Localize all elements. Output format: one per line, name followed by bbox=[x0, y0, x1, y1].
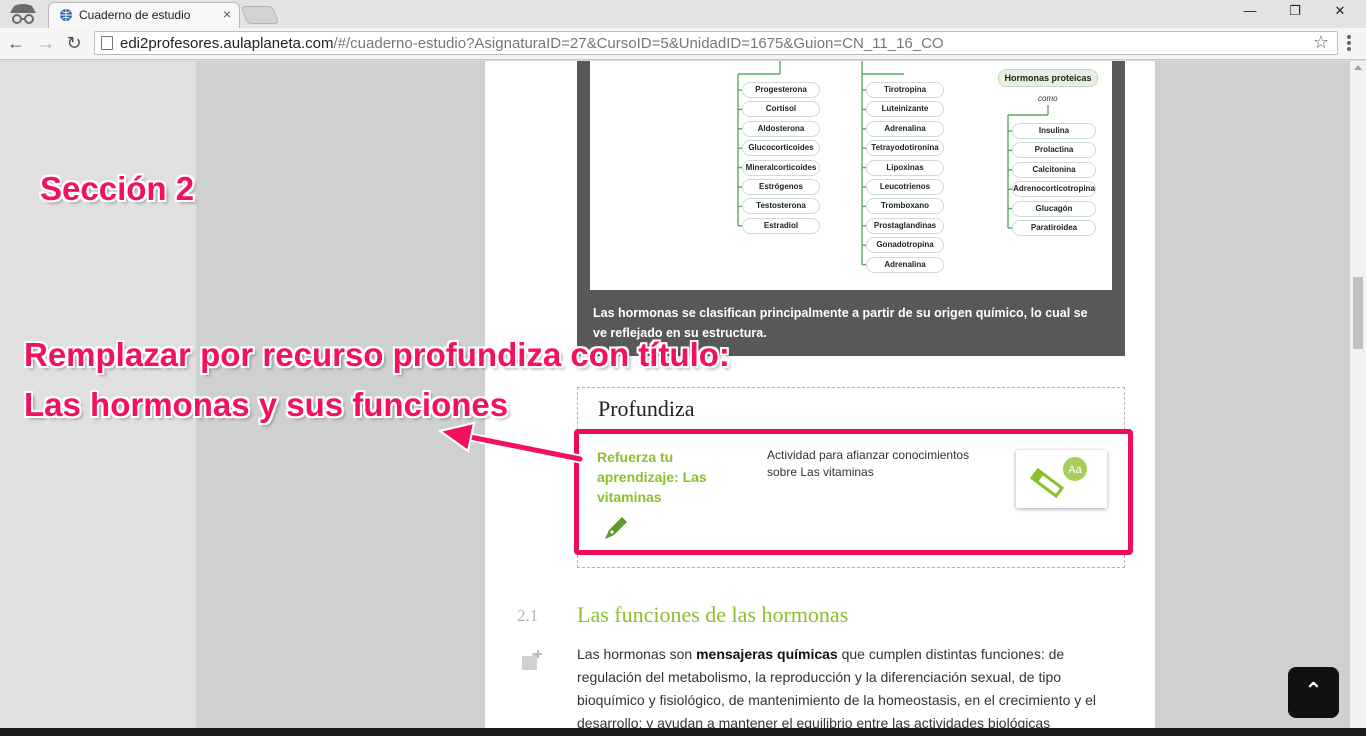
section-paragraph: Las hormonas son mensajeras químicas que… bbox=[577, 643, 1107, 728]
url-host: edi2profesores.aulaplaneta.com bbox=[120, 35, 334, 52]
annotation-arrow bbox=[437, 421, 585, 464]
profundiza-box: Profundiza Refuerza tu aprendizaje: Las … bbox=[574, 387, 1133, 568]
tab-title: Cuaderno de estudio bbox=[79, 8, 191, 22]
content-column: Progesterona Cortisol Aldosterona Glucocort… bbox=[485, 61, 1155, 728]
hormone-pill: Tetrayodotironina bbox=[866, 140, 944, 157]
section-title: Las funciones de las hormonas bbox=[577, 602, 849, 627]
hormone-pill: Aldosterona bbox=[742, 120, 820, 137]
hormone-pill: Luteinizante bbox=[866, 101, 944, 118]
hormone-pill: Calcitonina bbox=[1012, 161, 1096, 178]
reload-button[interactable]: ↻ bbox=[62, 32, 86, 56]
scroll-up-arrow[interactable] bbox=[1354, 65, 1362, 70]
url-path: /#/cuaderno-estudio?AsignaturaID=27&Curs… bbox=[333, 35, 944, 52]
hormone-pill: Estradiol bbox=[742, 217, 820, 234]
page-viewport: Progesterona Cortisol Aldosterona Glucocort… bbox=[0, 61, 1350, 728]
hormones-diagram: Progesterona Cortisol Aldosterona Glucocort… bbox=[590, 61, 1112, 290]
hormone-pill: Glucagón bbox=[1012, 200, 1096, 217]
annotation-section: Sección 2 bbox=[40, 170, 195, 207]
hormone-pill: Testosterona bbox=[742, 198, 820, 215]
address-bar[interactable]: edi2profesores.aulaplaneta.com/#/cuadern… bbox=[94, 31, 1338, 55]
hormone-pill: Tirotropina bbox=[866, 82, 944, 98]
resource-card[interactable]: Refuerza tu aprendizaje: Las vitaminas A… bbox=[574, 429, 1133, 555]
forward-button[interactable]: → bbox=[34, 32, 58, 56]
globe-icon bbox=[60, 9, 72, 21]
back-button[interactable]: ← bbox=[4, 32, 28, 56]
browser-toolbar: ← → ↻ edi2profesores.aulaplaneta.com/#/c… bbox=[0, 28, 1366, 60]
hormone-pill: Adrenalina bbox=[866, 256, 944, 273]
hormone-pill: Gonadotropina bbox=[866, 237, 944, 254]
restore-button[interactable]: ❐ bbox=[1277, 3, 1313, 23]
os-taskbar bbox=[0, 728, 1366, 736]
hormone-pill: Estrógenos bbox=[742, 179, 820, 195]
url-text[interactable]: edi2profesores.aulaplaneta.com/#/cuadern… bbox=[120, 35, 944, 52]
scrollbar-thumb[interactable] bbox=[1353, 277, 1363, 349]
tab-strip: Cuaderno de estudio × — ❐ ✕ bbox=[0, 0, 1366, 28]
vertical-scrollbar[interactable] bbox=[1350, 61, 1366, 728]
scroll-to-top-button[interactable]: ⌃ bbox=[1288, 667, 1339, 718]
hormone-pill: Prolactina bbox=[1012, 142, 1096, 159]
hormone-pill: Prostaglandinas bbox=[866, 217, 944, 234]
hormone-pill: Tromboxano bbox=[866, 198, 944, 215]
hormone-pill: Progesterona bbox=[742, 82, 820, 98]
minimize-button[interactable]: — bbox=[1232, 3, 1268, 23]
add-note-icon[interactable] bbox=[520, 648, 544, 672]
hormone-group-header: Hormonas proteicas bbox=[998, 69, 1098, 87]
hormone-pill: Adrenocorticotropina bbox=[1012, 181, 1096, 198]
pen-icon[interactable] bbox=[601, 515, 629, 543]
tab-close-icon[interactable]: × bbox=[223, 6, 231, 22]
hormone-pill: Paratiroidea bbox=[1012, 220, 1096, 236]
thumb-badge-text: Aa bbox=[1068, 464, 1082, 476]
new-tab-button[interactable] bbox=[240, 6, 280, 24]
hormone-pill: Lipoxinas bbox=[866, 159, 944, 176]
bookmark-star-icon[interactable]: ☆ bbox=[1313, 32, 1329, 53]
resource-title-link[interactable]: Refuerza tu aprendizaje: Las vitaminas bbox=[597, 447, 737, 507]
resource-description: Actividad para afianzar conocimientos so… bbox=[767, 448, 970, 479]
connector-label: como bbox=[1038, 94, 1058, 103]
page-icon bbox=[101, 36, 113, 50]
section-number: 2.1 bbox=[517, 606, 539, 625]
hormone-pill: Leucotrienos bbox=[866, 179, 944, 195]
menu-dots-icon[interactable] bbox=[1342, 35, 1356, 53]
para-bold: mensajeras químicas bbox=[696, 646, 838, 662]
tab-cuaderno[interactable]: Cuaderno de estudio × bbox=[48, 2, 240, 28]
hormone-pill: Cortisol bbox=[742, 101, 820, 118]
hormones-figure: Progesterona Cortisol Aldosterona Glucocort… bbox=[577, 61, 1125, 356]
profundiza-title: Profundiza bbox=[598, 396, 695, 421]
incognito-icon bbox=[10, 4, 36, 24]
window-close-button[interactable]: ✕ bbox=[1322, 3, 1358, 23]
para-start: Las hormonas son bbox=[577, 646, 697, 662]
hormone-pill: Glucocorticoides bbox=[742, 140, 820, 157]
resource-thumbnail[interactable]: Aa bbox=[1016, 450, 1107, 508]
hormone-pill: Insulina bbox=[1012, 123, 1096, 139]
hormone-pill: Mineralcorticoides bbox=[742, 159, 820, 176]
annotation-line-1: Remplazar por recurso profundiza con tít… bbox=[24, 336, 730, 373]
eraser-pencil-icon: Aa bbox=[1029, 457, 1087, 499]
hormone-pill: Adrenalina bbox=[866, 120, 944, 137]
